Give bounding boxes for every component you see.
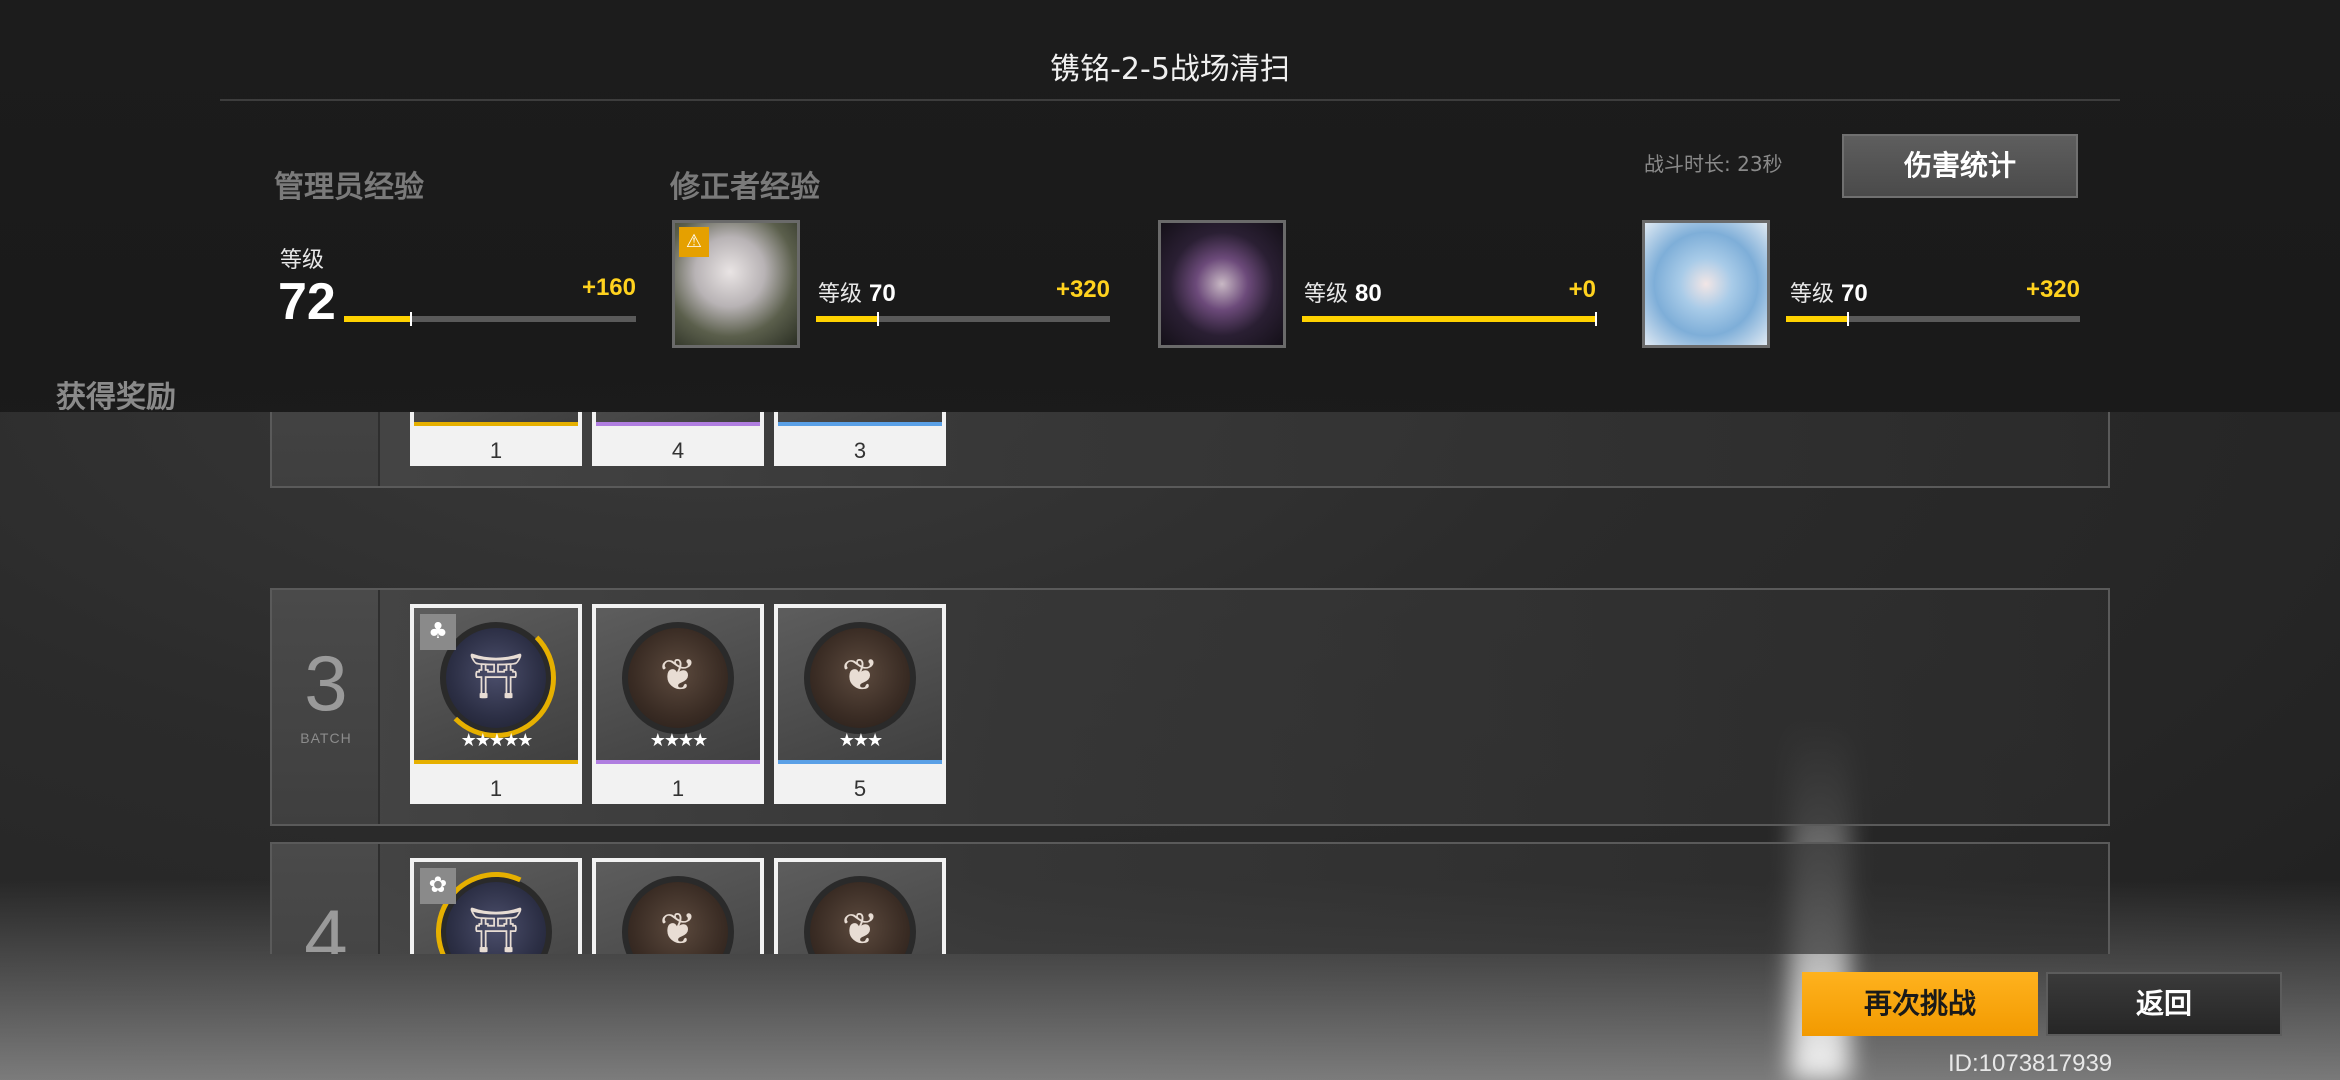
reward-item[interactable]: ❦ ★★★★ 4 — [592, 410, 764, 466]
character-level: 等级 70 — [818, 276, 896, 308]
character-exp-bar-fill — [1786, 316, 1848, 322]
stage-title: 镌铭-2-5战场清扫 — [1050, 52, 1290, 87]
reward-item[interactable]: ❦ ★★★ 3 — [774, 410, 946, 466]
batch-number: 3 — [304, 639, 348, 727]
character-portrait[interactable] — [1642, 220, 1770, 348]
admin-exp-gain: +160 — [581, 274, 636, 301]
feather-book-icon: ❦ — [841, 650, 879, 701]
batch-side: 2 BATCH — [272, 410, 380, 486]
reward-item[interactable]: ⛩ ★★★★★ 1 — [410, 410, 582, 466]
level-word: 等级 — [818, 282, 863, 307]
character-level: 等级 80 — [1304, 276, 1382, 308]
rarity-stars: ★★★★ — [649, 730, 709, 751]
flower-tag-icon: ✿ — [420, 868, 456, 904]
admin-exp-bar — [344, 312, 636, 326]
feather-book-icon: ❦ — [659, 904, 697, 954]
feather-book-icon: ❦ — [659, 650, 697, 701]
character-exp-gain: +320 — [2025, 276, 2080, 303]
battle-duration: 战斗时长: 23秒 — [1644, 152, 1783, 176]
reward-item[interactable]: ⛩ ♣ ★★★★★ 1 — [410, 604, 582, 804]
rarity-stars: ★★★ — [838, 730, 883, 751]
character-exp-gain: +0 — [1568, 276, 1596, 303]
level-value: 70 — [869, 280, 896, 307]
admin-exp-bar-fill — [344, 316, 412, 322]
exp-bar-marker — [1846, 312, 1849, 326]
modifier-exp-label: 修正者经验 — [670, 170, 820, 205]
rarity-stars: ★★★★★ — [460, 730, 534, 751]
rarity-bar — [596, 422, 760, 426]
character-level: 等级 70 — [1790, 276, 1868, 308]
reward-item[interactable]: ❦ ★★★★ 1 — [592, 604, 764, 804]
title-divider — [220, 99, 2120, 101]
rewards-list[interactable]: 2 BATCH ⛩ ★★★★★ 1 ❦ ★★★★ 4 ❦ ★★★ 3 3 BAT… — [262, 410, 2112, 954]
exp-bar-marker — [410, 312, 413, 326]
rarity-bar — [414, 422, 578, 426]
level-word: 等级 — [1304, 282, 1349, 307]
user-id: ID:1073817939 — [1948, 1050, 2113, 1077]
character-exp-bar — [816, 312, 1110, 326]
admin-exp-label: 管理员经验 — [274, 170, 424, 205]
batch-row-4: 4 ⛩ ✿ ❦ ❦ — [270, 842, 2110, 954]
character-exp-bar-fill — [816, 316, 878, 322]
item-count: 5 — [853, 776, 867, 801]
reward-item[interactable]: ❦ — [592, 858, 764, 954]
reward-item[interactable]: ❦ ★★★ 5 — [774, 604, 946, 804]
batch-row-2: 2 BATCH ⛩ ★★★★★ 1 ❦ ★★★★ 4 ❦ ★★★ 3 — [270, 410, 2110, 488]
exp-bar-marker — [876, 312, 879, 326]
blue-hair-character-portrait-icon — [1645, 223, 1767, 345]
rarity-bar — [778, 760, 942, 764]
reward-item[interactable]: ❦ — [774, 858, 946, 954]
rewards-label: 获得奖励 — [56, 380, 176, 415]
reward-item[interactable]: ⛩ ✿ — [410, 855, 582, 954]
exp-bar-marker — [1595, 312, 1597, 326]
results-header: 镌铭-2-5战场清扫 管理员经验 修正者经验 战斗时长: 23秒 伤害统计 等级… — [0, 0, 2340, 412]
rarity-bar — [778, 422, 942, 426]
character-exp-bar-fill — [1302, 316, 1596, 322]
batch-number: 4 — [304, 893, 348, 954]
damage-stats-button[interactable]: 伤害统计 — [1842, 134, 2078, 198]
character-exp-bar — [1786, 312, 2080, 326]
rarity-bar — [596, 760, 760, 764]
item-count: 4 — [671, 438, 685, 463]
retry-button[interactable]: 再次挑战 — [1802, 972, 2038, 1036]
batch-row-3: 3 BATCH ⛩ ♣ ★★★★★ 1 ❦ ★★★★ 1 ❦ ★★★ 5 — [270, 588, 2110, 826]
character-portrait[interactable]: ⚠ — [672, 220, 800, 348]
tree-tag-icon: ♣ — [420, 614, 456, 650]
back-button[interactable]: 返回 — [2046, 972, 2282, 1036]
item-count: 1 — [489, 776, 503, 801]
gate-icon: ⛩ — [468, 905, 524, 954]
level-value: 70 — [1841, 280, 1868, 307]
admin-level-word: 等级 — [280, 248, 325, 273]
rarity-bar — [414, 760, 578, 764]
item-count: 3 — [853, 438, 867, 463]
gate-icon: ⛩ — [468, 651, 524, 702]
item-count: 1 — [671, 776, 685, 801]
character-exp-bar — [1302, 312, 1597, 326]
feather-book-icon: ❦ — [841, 904, 879, 954]
batch-label: BATCH — [300, 730, 352, 746]
level-value: 80 — [1355, 280, 1382, 307]
batch-side: 4 — [272, 844, 380, 954]
level-word: 等级 — [1790, 282, 1835, 307]
character-exp-gain: +320 — [1055, 276, 1110, 303]
item-count: 1 — [489, 438, 503, 463]
character-portrait[interactable] — [1158, 220, 1286, 348]
element-badge-icon: ⚠ — [679, 227, 709, 257]
admin-level: 72 — [278, 273, 336, 331]
dark-hair-character-portrait-icon — [1161, 223, 1283, 345]
batch-side: 3 BATCH — [272, 590, 380, 824]
